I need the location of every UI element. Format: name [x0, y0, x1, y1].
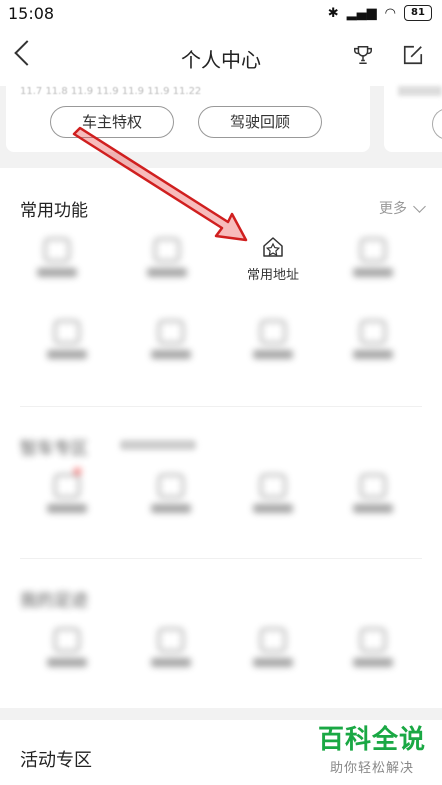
blurred-icon: [54, 474, 80, 498]
driving-review-button[interactable]: 驾驶回顾: [198, 106, 322, 138]
status-bar: 15:08 ✱ ▂▄▆ ◠ 81: [0, 0, 442, 28]
grid-item-blurred[interactable]: [328, 320, 418, 359]
blurred-label: [37, 268, 77, 277]
blurred-icon: [360, 320, 386, 344]
status-time: 15:08: [8, 4, 55, 23]
activity-title: 活动专区: [20, 750, 92, 771]
side-card-blurred: [398, 86, 442, 96]
grid-item-blurred[interactable]: [328, 474, 418, 513]
grid-item-blurred[interactable]: [22, 628, 112, 667]
battery-icon: 81: [404, 5, 432, 21]
blurred-icon: [158, 628, 184, 652]
blurred-icon: [260, 628, 286, 652]
section-title-footprint: 我的足迹: [20, 591, 88, 611]
grid-item-common-address[interactable]: 常用地址: [228, 236, 318, 283]
blurred-icon: [154, 238, 180, 262]
blurred-icon: [360, 238, 386, 262]
divider: [20, 558, 422, 559]
blurred-icon: [54, 628, 80, 652]
blurred-label: [151, 350, 191, 359]
blurred-label: [151, 658, 191, 667]
grid-item-blurred[interactable]: [228, 320, 318, 359]
wifi-icon: ◠: [384, 5, 396, 21]
notification-dot: [74, 468, 81, 475]
grid-item-blurred[interactable]: [126, 320, 216, 359]
blurred-label: [47, 504, 87, 513]
blurred-label: [353, 350, 393, 359]
page-title: 个人中心: [181, 48, 261, 72]
grid-item-blurred[interactable]: [122, 238, 212, 277]
blurred-label: [253, 658, 293, 667]
home-star-icon: [263, 237, 283, 257]
more-label: 更多: [379, 201, 407, 217]
blurred-label: [47, 658, 87, 667]
section-subtitle-blurred: [120, 440, 196, 450]
grid-item-blurred[interactable]: [328, 238, 418, 277]
blurred-label: [253, 504, 293, 513]
grid-item-blurred[interactable]: [228, 628, 318, 667]
blurred-icon: [158, 474, 184, 498]
divider: [20, 406, 422, 407]
edit-icon[interactable]: [402, 44, 424, 66]
blurred-icon: [260, 474, 286, 498]
blurred-icon: [54, 320, 80, 344]
grid-item-blurred[interactable]: [228, 474, 318, 513]
blurred-label: [253, 350, 293, 359]
grid-item-blurred[interactable]: [12, 238, 102, 277]
section-title-car-zone: 智车专区: [20, 439, 88, 459]
watermark-main: 百科全说: [317, 725, 426, 755]
signal-icon: ▂▄▆: [346, 5, 377, 21]
watermark-logo: 百科全说 助你轻松解决: [318, 725, 426, 776]
side-card: [384, 86, 442, 152]
grid-item-blurred[interactable]: [126, 628, 216, 667]
trip-dates: 11.7 11.8 11.9 11.9 11.9 11.9 11.22: [20, 86, 202, 97]
blurred-label: [47, 350, 87, 359]
owner-privilege-button[interactable]: 车主特权: [50, 106, 174, 138]
blurred-label: [353, 504, 393, 513]
more-link[interactable]: 更多: [379, 198, 426, 218]
top-cards: 11.7 11.8 11.9 11.9 11.9 11.9 11.22 车主特权…: [0, 86, 442, 156]
trophy-icon[interactable]: [352, 44, 374, 66]
blurred-label: [353, 658, 393, 667]
watermark-sub: 助你轻松解决: [329, 761, 414, 776]
status-icons: ✱ ▂▄▆ ◠ 81: [328, 5, 432, 21]
grid-item-label: 常用地址: [246, 268, 299, 283]
blurred-label: [353, 268, 393, 277]
summary-card: 11.7 11.8 11.9 11.9 11.9 11.9 11.22 车主特权…: [6, 86, 370, 152]
blurred-label: [147, 268, 187, 277]
bluetooth-icon: ✱: [327, 5, 339, 21]
grid-item-blurred[interactable]: [22, 468, 112, 513]
blurred-icon: [44, 238, 70, 262]
main-panel: 常用功能 更多 常用地址 智车专区 我的足迹: [0, 168, 442, 708]
blurred-icon: [158, 320, 184, 344]
nav-bar: 个人中心: [0, 28, 442, 86]
chevron-down-icon: [413, 199, 426, 213]
blurred-icon: [360, 474, 386, 498]
side-card-pill[interactable]: [432, 108, 442, 140]
grid-item-blurred[interactable]: [22, 320, 112, 359]
blurred-label: [151, 504, 191, 513]
blurred-icon: [360, 628, 386, 652]
blurred-icon: [260, 320, 286, 344]
grid-item-blurred[interactable]: [126, 474, 216, 513]
common-functions-title: 常用功能: [20, 201, 88, 221]
grid-item-blurred[interactable]: [328, 628, 418, 667]
